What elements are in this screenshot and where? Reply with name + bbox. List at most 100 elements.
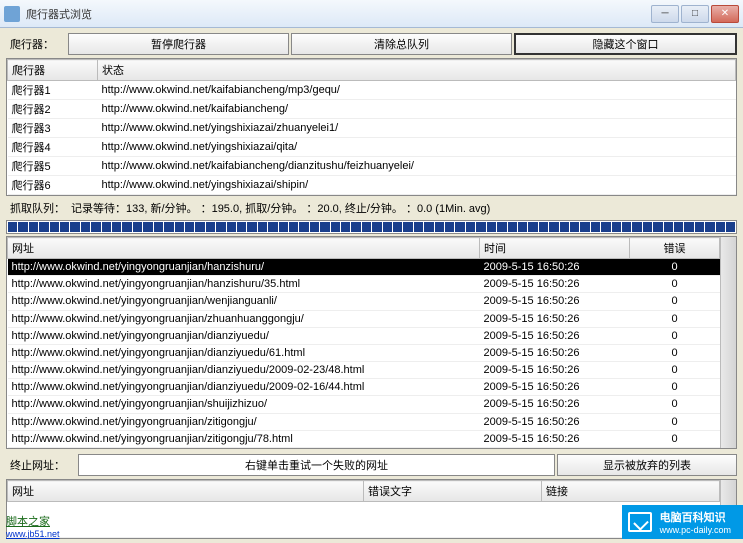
badge-text: 电脑百科知识 — [660, 509, 731, 525]
progress-segment — [601, 222, 610, 232]
url-col-err[interactable]: 错误 — [630, 238, 720, 259]
progress-segment — [216, 222, 225, 232]
hide-window-button[interactable]: 隐藏这个窗口 — [514, 33, 737, 55]
progress-segment — [383, 222, 392, 232]
table-row[interactable]: http://www.okwind.net/yingyongruanjian/w… — [8, 293, 720, 310]
err-cell: 0 — [630, 276, 720, 293]
progress-segment — [299, 222, 308, 232]
progress-segment — [508, 222, 517, 232]
progress-segment — [164, 222, 173, 232]
footer-site1[interactable]: 脚本之家 — [6, 516, 50, 528]
progress-segment — [695, 222, 704, 232]
minimize-button[interactable]: ─ — [651, 5, 679, 23]
progress-segment — [518, 222, 527, 232]
table-row[interactable]: http://www.okwind.net/yingyongruanjian/h… — [8, 259, 720, 276]
url-cell: http://www.okwind.net/yingyongruanjian/z… — [8, 310, 480, 327]
progress-segment — [310, 222, 319, 232]
crawler-col-status[interactable]: 状态 — [98, 60, 736, 81]
crawler-table: 爬行器 状态 爬行器1http://www.okwind.net/kaifabi… — [7, 59, 736, 195]
table-row[interactable]: http://www.okwind.net/yingyongruanjian/s… — [8, 396, 720, 413]
terminated-label: 终止网址： — [6, 455, 76, 475]
close-button[interactable]: ✕ — [711, 5, 739, 23]
url-cell: http://www.okwind.net/yingyongruanjian/h… — [8, 276, 480, 293]
time-cell: 2009-5-15 16:50:26 — [480, 413, 630, 430]
show-abandoned-button[interactable]: 显示被放弃的列表 — [557, 454, 737, 476]
badge-sub: www.pc-daily.com — [660, 525, 731, 535]
table-row[interactable]: http://www.okwind.net/yingyongruanjian/z… — [8, 310, 720, 327]
time-cell: 2009-5-15 16:50:26 — [480, 430, 630, 447]
progress-segment — [612, 222, 621, 232]
time-cell: 2009-5-15 16:50:26 — [480, 293, 630, 310]
url-col-time[interactable]: 时间 — [480, 238, 630, 259]
progress-segment — [331, 222, 340, 232]
crawler-name: 爬行器4 — [8, 138, 98, 157]
url-cell: http://www.okwind.net/yingyongruanjian/h… — [8, 259, 480, 276]
progress-segment — [39, 222, 48, 232]
progress-segment — [539, 222, 548, 232]
crawler-col-name[interactable]: 爬行器 — [8, 60, 98, 81]
table-row[interactable]: http://www.okwind.net/yingyongruanjian/d… — [8, 327, 720, 344]
time-cell: 2009-5-15 16:50:26 — [480, 396, 630, 413]
table-row[interactable]: 爬行器2http://www.okwind.net/kaifabiancheng… — [8, 100, 736, 119]
progress-segment — [466, 222, 475, 232]
url-cell: http://www.okwind.net/yingyongruanjian/z… — [8, 413, 480, 430]
progress-segment — [8, 222, 17, 232]
err-cell: 0 — [630, 362, 720, 379]
table-row[interactable]: 爬行器3http://www.okwind.net/yingshixiazai/… — [8, 119, 736, 138]
progress-bar — [6, 220, 737, 234]
crawler-status: http://www.okwind.net/kaifabiancheng/ — [98, 100, 736, 119]
url-scrollbar[interactable] — [720, 237, 736, 448]
content-area: 爬行器： 暂停爬行器 清除总队列 隐藏这个窗口 爬行器 状态 爬行器1http:… — [0, 28, 743, 543]
url-cell: http://www.okwind.net/yingyongruanjian/w… — [8, 293, 480, 310]
crawler-name: 爬行器6 — [8, 176, 98, 195]
url-col-url[interactable]: 网址 — [8, 238, 480, 259]
table-row[interactable]: http://www.okwind.net/yingyongruanjian/d… — [8, 362, 720, 379]
table-row[interactable]: http://www.okwind.net/yingyongruanjian/d… — [8, 344, 720, 361]
table-row[interactable]: 爬行器5http://www.okwind.net/kaifabiancheng… — [8, 157, 736, 176]
queue-row: 抓取队列： 记录等待：133, 新/分钟。 ：195.0, 抓取/分钟。 ：20… — [6, 198, 737, 218]
url-table: 网址 时间 错误 http://www.okwind.net/yingyongr… — [7, 237, 720, 448]
progress-segment — [91, 222, 100, 232]
err-cell: 0 — [630, 259, 720, 276]
term-col-link[interactable]: 链接 — [542, 481, 720, 502]
window-title: 爬行器式浏览 — [26, 6, 651, 22]
table-row[interactable]: 爬行器1http://www.okwind.net/kaifabiancheng… — [8, 81, 736, 100]
progress-segment — [372, 222, 381, 232]
progress-segment — [143, 222, 152, 232]
maximize-button[interactable]: □ — [681, 5, 709, 23]
time-cell: 2009-5-15 16:50:26 — [480, 344, 630, 361]
progress-segment — [60, 222, 69, 232]
table-row[interactable]: 爬行器4http://www.okwind.net/yingshixiazai/… — [8, 138, 736, 157]
footer: 脚本之家 www.jb51.net — [6, 513, 60, 539]
progress-segment — [102, 222, 111, 232]
progress-segment — [133, 222, 142, 232]
crawler-name: 爬行器5 — [8, 157, 98, 176]
url-table-frame: 网址 时间 错误 http://www.okwind.net/yingyongr… — [6, 236, 737, 449]
url-cell: http://www.okwind.net/yingyongruanjian/z… — [8, 430, 480, 447]
monitor-icon — [628, 512, 652, 532]
progress-segment — [674, 222, 683, 232]
err-cell: 0 — [630, 344, 720, 361]
crawler-label: 爬行器： — [6, 34, 66, 54]
clear-queue-button[interactable]: 清除总队列 — [291, 33, 512, 55]
progress-segment — [560, 222, 569, 232]
pause-crawler-button[interactable]: 暂停爬行器 — [68, 33, 289, 55]
table-row[interactable] — [8, 502, 720, 538]
table-row[interactable]: 爬行器6http://www.okwind.net/yingshixiazai/… — [8, 176, 736, 195]
queue-stats: 记录等待：133, 新/分钟。 ：195.0, 抓取/分钟。 ：20.0, 终止… — [71, 200, 490, 216]
table-row[interactable]: http://www.okwind.net/yingyongruanjian/z… — [8, 430, 720, 447]
table-row[interactable]: http://www.okwind.net/yingyongruanjian/h… — [8, 276, 720, 293]
progress-segment — [81, 222, 90, 232]
footer-site2[interactable]: www.jb51.net — [6, 529, 60, 539]
crawler-name: 爬行器2 — [8, 100, 98, 119]
progress-segment — [528, 222, 537, 232]
table-row[interactable]: http://www.okwind.net/yingyongruanjian/d… — [8, 379, 720, 396]
term-col-errtext[interactable]: 错误文字 — [364, 481, 542, 502]
progress-segment — [320, 222, 329, 232]
err-cell: 0 — [630, 327, 720, 344]
table-row[interactable]: http://www.okwind.net/yingyongruanjian/z… — [8, 413, 720, 430]
term-col-url[interactable]: 网址 — [8, 481, 364, 502]
progress-segment — [622, 222, 631, 232]
progress-segment — [403, 222, 412, 232]
progress-segment — [175, 222, 184, 232]
